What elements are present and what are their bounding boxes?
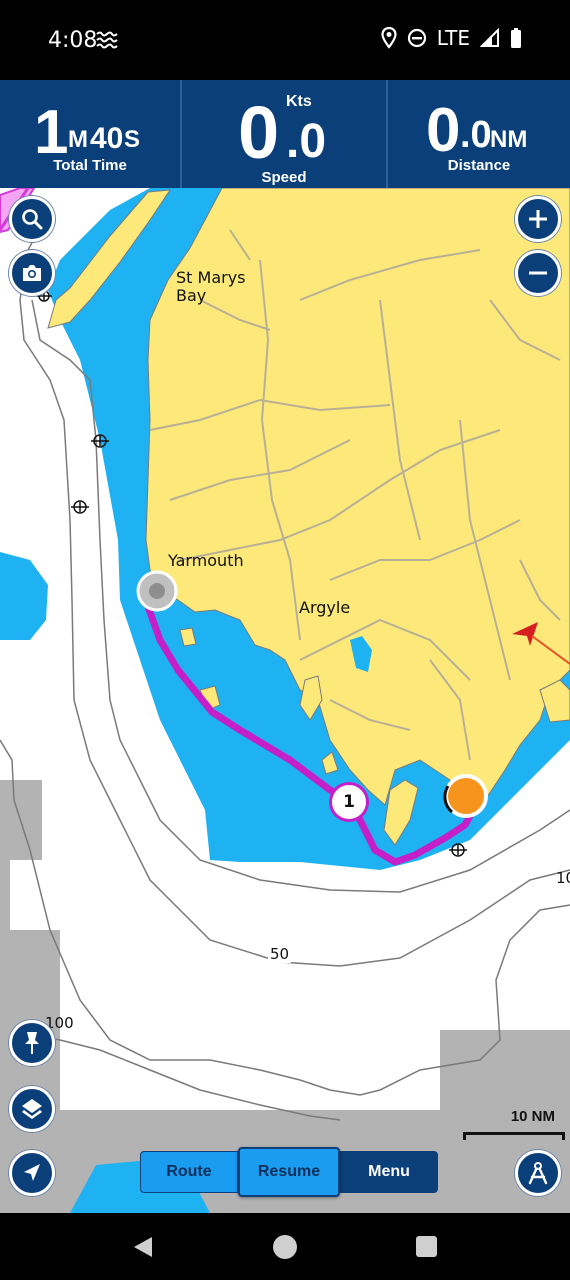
shallow-water	[0, 552, 48, 640]
chart-canvas[interactable]	[0, 188, 570, 1213]
depth-label: 10	[556, 869, 570, 887]
total-time-unit-m: M	[68, 126, 88, 153]
search-button[interactable]	[9, 196, 55, 242]
pushpin-icon	[25, 1032, 39, 1054]
depth-label: 50	[268, 945, 292, 963]
distance-unit: NM	[490, 126, 528, 153]
camera-icon	[23, 265, 41, 281]
status-bar: 4:08 LTE	[0, 0, 570, 80]
home-icon[interactable]	[273, 1235, 297, 1259]
distance-decimal: .0	[460, 114, 492, 156]
distance-panel[interactable]: 0 .0 NM Distance	[388, 80, 570, 188]
zoom-out-button[interactable]	[515, 250, 561, 296]
nautical-chart[interactable]: St Marys Bay Yarmouth Argyle 50 100 10 1…	[0, 188, 570, 1213]
speed-label: Speed	[261, 169, 307, 186]
center-location-button[interactable]	[9, 1150, 55, 1196]
speed-unit: Kts	[286, 93, 312, 110]
place-label-yarmouth: Yarmouth	[168, 551, 244, 570]
recent-apps-icon[interactable]	[416, 1236, 437, 1257]
minus-icon	[529, 271, 547, 275]
compass-divider-icon	[528, 1162, 548, 1185]
drop-pin-button[interactable]	[9, 1020, 55, 1066]
place-label-argyle: Argyle	[299, 598, 351, 617]
scale-bar	[463, 1132, 565, 1140]
route-button[interactable]: Route	[140, 1151, 238, 1193]
route-waypoint[interactable]: 1	[329, 782, 369, 822]
waypoint-number: 1	[343, 792, 355, 812]
place-label-st-marys-bay: St Marys Bay	[176, 268, 246, 306]
trip-dashboard: 1 M 40 S Total Time 0 Kts .0 Speed 0 .0 …	[0, 80, 570, 188]
do-not-disturb-icon	[407, 28, 426, 48]
back-icon[interactable]	[132, 1235, 154, 1259]
location-icon	[381, 27, 397, 49]
speed-value: 0	[238, 91, 280, 174]
menu-button[interactable]: Menu	[340, 1151, 438, 1193]
measure-tool-button[interactable]	[515, 1150, 561, 1196]
zoom-in-button[interactable]	[515, 196, 561, 242]
status-icons: LTE	[381, 26, 522, 50]
map-scale: 10 NM	[463, 1108, 565, 1140]
total-time-panel[interactable]: 1 M 40 S Total Time	[0, 80, 182, 188]
search-icon	[22, 209, 43, 230]
plus-icon	[529, 210, 547, 228]
total-time-label: Total Time	[53, 157, 127, 174]
camera-button[interactable]	[9, 250, 55, 296]
tide-icon	[96, 30, 118, 55]
navigation-arrow-icon	[24, 1164, 40, 1181]
layers-button[interactable]	[9, 1086, 55, 1132]
status-time: 4:08	[48, 28, 98, 53]
layers-icon	[22, 1099, 42, 1119]
route-control-bar: Route Resume Menu	[140, 1147, 438, 1197]
battery-icon	[511, 28, 521, 48]
total-time-seconds: 40	[90, 122, 124, 155]
restricted-area	[0, 780, 42, 930]
resume-button[interactable]: Resume	[238, 1147, 340, 1197]
scale-label: 10 NM	[510, 1108, 555, 1125]
distance-label: Distance	[447, 157, 511, 174]
network-type: LTE	[436, 26, 470, 50]
total-time-minutes: 1	[34, 98, 69, 167]
speed-panel[interactable]: 0 Kts .0 Speed	[182, 80, 388, 188]
system-nav-bar	[0, 1213, 570, 1280]
speed-decimal: .0	[286, 115, 327, 168]
distance-value: 0	[426, 96, 461, 165]
total-time-unit-s: S	[124, 126, 141, 153]
restricted-area	[440, 1030, 570, 1110]
signal-icon	[480, 28, 499, 47]
